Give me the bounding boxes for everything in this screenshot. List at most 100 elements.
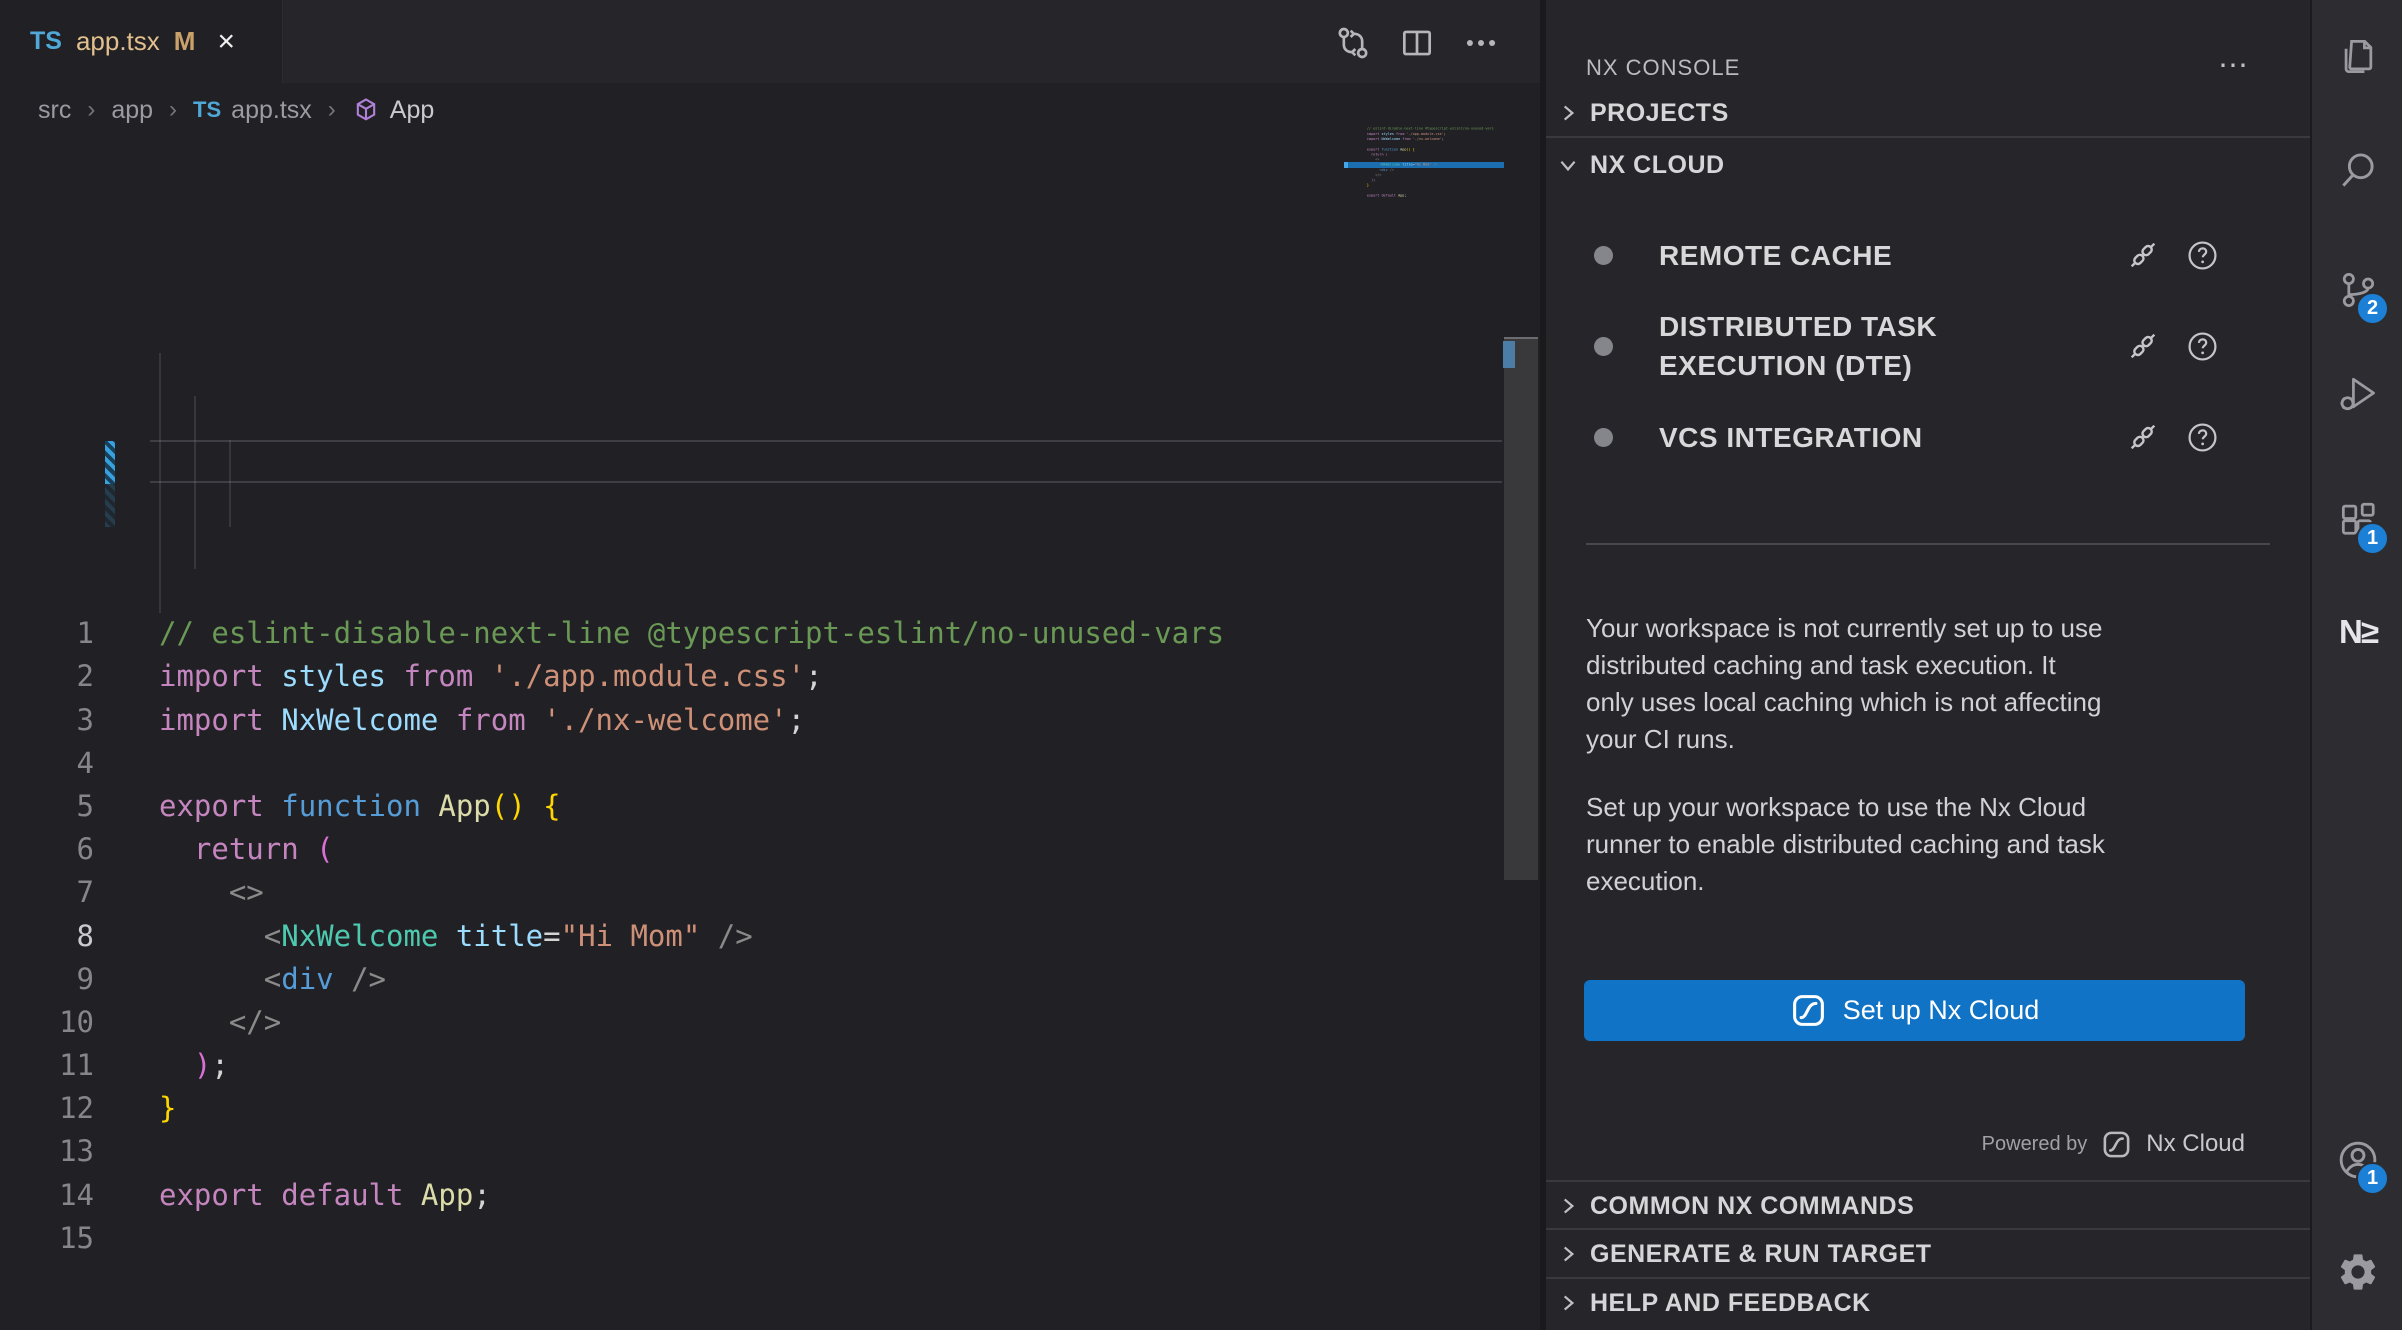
panel-title: NX CONSOLE bbox=[1586, 55, 1740, 81]
current-line-highlight bbox=[150, 440, 1502, 483]
status-dot-icon bbox=[1594, 337, 1613, 356]
nx-cloud-feature-row: REMOTE CACHE bbox=[1586, 229, 2286, 281]
line-number: 6 bbox=[0, 828, 94, 871]
breadcrumb-separator: › bbox=[169, 96, 177, 124]
breadcrumb-item[interactable]: app bbox=[111, 96, 153, 125]
code-line[interactable]: 7 <> bbox=[0, 871, 1540, 914]
help-question-icon[interactable] bbox=[2186, 239, 2219, 272]
more-actions-icon[interactable] bbox=[1458, 20, 1504, 66]
code-line[interactable]: 11 ); bbox=[0, 1044, 1540, 1087]
close-icon[interactable]: × bbox=[217, 27, 235, 57]
help-question-icon[interactable] bbox=[2186, 421, 2219, 454]
minimap[interactable]: // eslint-disable-next-line @typescript-… bbox=[1348, 126, 1504, 210]
code-line[interactable]: 14export default App; bbox=[0, 1174, 1540, 1217]
section-generate-run-target[interactable]: GENERATE & RUN TARGET bbox=[1546, 1230, 2310, 1278]
tab-app-tsx[interactable]: TS app.tsx M × bbox=[0, 0, 283, 83]
section-label: COMMON NX COMMANDS bbox=[1590, 1192, 1914, 1221]
badge-count: 1 bbox=[2356, 522, 2389, 555]
help-question-icon[interactable] bbox=[2186, 330, 2219, 363]
settings-icon[interactable] bbox=[2332, 1246, 2384, 1298]
section-nx-cloud[interactable]: NX CLOUD bbox=[1546, 141, 2310, 189]
nx-console-icon[interactable]: N≥ bbox=[2332, 606, 2384, 658]
badge-count: 1 bbox=[2356, 1162, 2389, 1195]
feature-label: DISTRIBUTED TASKEXECUTION (DTE) bbox=[1659, 307, 2089, 385]
code-line[interactable]: 6 return ( bbox=[0, 828, 1540, 871]
chevron-right-icon bbox=[1556, 1194, 1580, 1218]
editor-actions bbox=[1330, 20, 1504, 66]
code-line[interactable]: 3import NxWelcome from './nx-welcome'; bbox=[0, 699, 1540, 742]
nx-console-panel: NX CONSOLE ⋯ PROJECTS NX CLOUD REMOTE CA… bbox=[1546, 0, 2310, 1330]
divider bbox=[1586, 543, 2270, 545]
typescript-file-icon: TS bbox=[30, 27, 62, 56]
split-editor-icon[interactable] bbox=[1394, 20, 1440, 66]
line-number: 15 bbox=[0, 1217, 94, 1260]
section-label: NX CLOUD bbox=[1590, 151, 1725, 180]
code-line[interactable]: 2import styles from './app.module.css'; bbox=[0, 655, 1540, 698]
code-line[interactable]: 4 bbox=[0, 742, 1540, 785]
breadcrumb-separator: › bbox=[328, 96, 336, 124]
setup-nx-cloud-button[interactable]: Set up Nx Cloud bbox=[1584, 980, 2245, 1041]
gutter-modified-marker bbox=[105, 441, 115, 484]
explorer-icon[interactable] bbox=[2332, 31, 2384, 83]
code-line[interactable]: 15 bbox=[0, 1217, 1540, 1260]
editor-scrollbar[interactable] bbox=[1504, 337, 1538, 880]
code-line[interactable]: 12} bbox=[0, 1087, 1540, 1130]
breadcrumb-item[interactable]: src bbox=[38, 96, 71, 125]
section-help-and-feedback[interactable]: HELP AND FEEDBACK bbox=[1546, 1279, 2310, 1327]
panel-more-actions-icon[interactable]: ⋯ bbox=[2218, 48, 2250, 83]
breadcrumb-item[interactable]: app.tsx bbox=[231, 96, 312, 125]
run-and-debug-icon[interactable] bbox=[2332, 367, 2384, 419]
status-dot-icon bbox=[1594, 246, 1613, 265]
code-line bbox=[1348, 198, 1367, 203]
editor-group: TS app.tsx M × bbox=[0, 0, 1540, 1330]
line-number: 7 bbox=[0, 871, 94, 914]
section-label: GENERATE & RUN TARGET bbox=[1590, 1240, 1932, 1269]
connect-plug-icon[interactable] bbox=[2126, 238, 2160, 272]
code-line[interactable]: 9 <div /> bbox=[0, 958, 1540, 1001]
code-line[interactable]: 10 </> bbox=[0, 1001, 1540, 1044]
info-paragraph: Set up your workspace to use the Nx Clou… bbox=[1586, 789, 2276, 900]
code-editor[interactable]: 1// eslint-disable-next-line @typescript… bbox=[0, 137, 1540, 1330]
code-line[interactable]: 13 bbox=[0, 1130, 1540, 1173]
info-paragraph: Your workspace is not currently set up t… bbox=[1586, 610, 2276, 758]
chevron-right-icon bbox=[1556, 1291, 1580, 1315]
section-label: HELP AND FEEDBACK bbox=[1590, 1289, 1871, 1318]
line-number: 13 bbox=[0, 1130, 94, 1173]
feature-label: VCS INTEGRATION bbox=[1659, 418, 2089, 457]
overview-ruler-modified-marker bbox=[1503, 341, 1515, 368]
connect-plug-icon[interactable] bbox=[2126, 329, 2160, 363]
connect-plug-icon[interactable] bbox=[2126, 420, 2160, 454]
gutter-modified-marker-dim bbox=[105, 484, 115, 527]
line-number: 4 bbox=[0, 742, 94, 785]
section-common-nx-commands[interactable]: COMMON NX COMMANDS bbox=[1546, 1182, 2310, 1230]
powered-brand-label: Nx Cloud bbox=[2146, 1130, 2245, 1158]
divider bbox=[1546, 136, 2310, 138]
line-number: 12 bbox=[0, 1087, 94, 1130]
open-changes-icon[interactable] bbox=[1330, 20, 1376, 66]
vscode-window: TS app.tsx M × bbox=[0, 0, 2402, 1330]
typescript-file-icon: TS bbox=[193, 97, 221, 123]
section-projects[interactable]: PROJECTS bbox=[1546, 89, 2310, 137]
breadcrumb: src›app›TSapp.tsx›App bbox=[0, 83, 1540, 137]
nx-cloud-logo-icon bbox=[2101, 1129, 2132, 1160]
tab-label: app.tsx bbox=[76, 26, 160, 57]
symbol-namespace-icon bbox=[352, 96, 380, 124]
code-line[interactable]: 8 <NxWelcome title="Hi Mom" /> bbox=[0, 915, 1540, 958]
powered-by: Powered by Nx Cloud bbox=[1546, 1122, 2245, 1166]
powered-by-label: Powered by bbox=[1982, 1133, 2088, 1156]
tab-bar: TS app.tsx M × bbox=[0, 0, 1540, 83]
modified-badge: M bbox=[174, 26, 196, 57]
chevron-right-icon bbox=[1556, 1242, 1580, 1266]
section-label: PROJECTS bbox=[1590, 99, 1729, 128]
line-number: 5 bbox=[0, 785, 94, 828]
line-number: 10 bbox=[0, 1001, 94, 1044]
code-line[interactable]: 1// eslint-disable-next-line @typescript… bbox=[0, 612, 1540, 655]
activity-bar: 2 1 N≥ 1 bbox=[2310, 0, 2402, 1330]
badge-count: 2 bbox=[2356, 292, 2389, 325]
line-number: 2 bbox=[0, 655, 94, 698]
search-icon[interactable] bbox=[2332, 144, 2384, 196]
breadcrumb-item[interactable]: App bbox=[390, 96, 434, 125]
nx-cloud-logo-icon bbox=[1790, 992, 1827, 1029]
nx-cloud-feature-row: VCS INTEGRATION bbox=[1586, 411, 2286, 463]
code-line[interactable]: 5export function App() { bbox=[0, 785, 1540, 828]
